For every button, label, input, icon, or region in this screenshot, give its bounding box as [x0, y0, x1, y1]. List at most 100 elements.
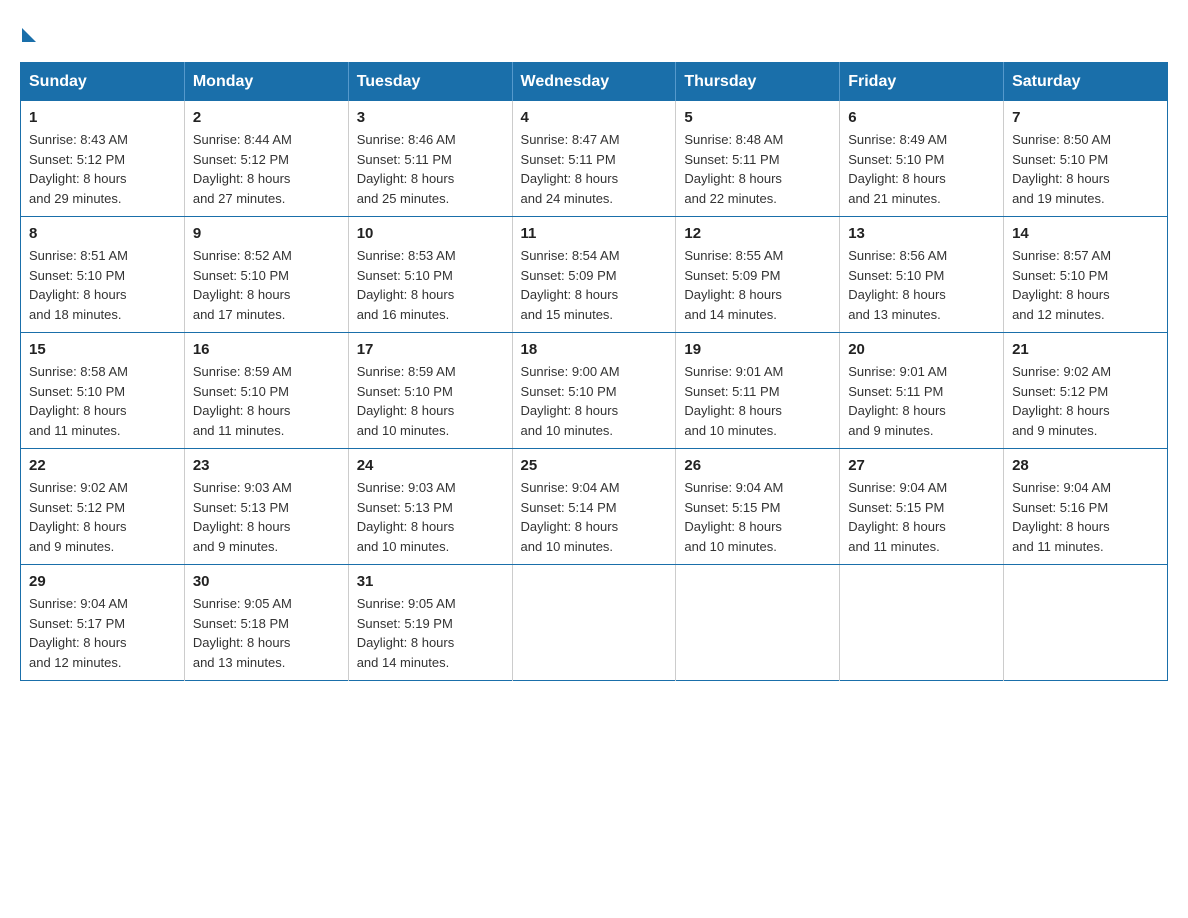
calendar-cell: 25 Sunrise: 9:04 AMSunset: 5:14 PMDaylig…	[512, 449, 676, 565]
calendar-cell: 20 Sunrise: 9:01 AMSunset: 5:11 PMDaylig…	[840, 333, 1004, 449]
day-number: 19	[684, 341, 831, 358]
calendar-cell: 15 Sunrise: 8:58 AMSunset: 5:10 PMDaylig…	[21, 333, 185, 449]
calendar-cell: 5 Sunrise: 8:48 AMSunset: 5:11 PMDayligh…	[676, 101, 840, 217]
day-info: Sunrise: 8:49 AMSunset: 5:10 PMDaylight:…	[848, 130, 995, 208]
day-number: 26	[684, 457, 831, 474]
calendar-cell: 8 Sunrise: 8:51 AMSunset: 5:10 PMDayligh…	[21, 217, 185, 333]
day-info: Sunrise: 8:52 AMSunset: 5:10 PMDaylight:…	[193, 246, 340, 324]
day-number: 11	[521, 225, 668, 242]
calendar-cell: 1 Sunrise: 8:43 AMSunset: 5:12 PMDayligh…	[21, 101, 185, 217]
calendar-cell: 31 Sunrise: 9:05 AMSunset: 5:19 PMDaylig…	[348, 565, 512, 681]
calendar-cell: 7 Sunrise: 8:50 AMSunset: 5:10 PMDayligh…	[1004, 101, 1168, 217]
day-number: 29	[29, 573, 176, 590]
calendar-day-header-monday: Monday	[184, 63, 348, 102]
calendar-week-row: 22 Sunrise: 9:02 AMSunset: 5:12 PMDaylig…	[21, 449, 1168, 565]
logo	[20, 20, 36, 42]
day-number: 1	[29, 109, 176, 126]
day-number: 17	[357, 341, 504, 358]
day-info: Sunrise: 8:43 AMSunset: 5:12 PMDaylight:…	[29, 130, 176, 208]
calendar-day-header-saturday: Saturday	[1004, 63, 1168, 102]
day-info: Sunrise: 9:02 AMSunset: 5:12 PMDaylight:…	[1012, 362, 1159, 440]
calendar-cell: 21 Sunrise: 9:02 AMSunset: 5:12 PMDaylig…	[1004, 333, 1168, 449]
day-number: 15	[29, 341, 176, 358]
day-number: 9	[193, 225, 340, 242]
day-number: 22	[29, 457, 176, 474]
day-info: Sunrise: 8:48 AMSunset: 5:11 PMDaylight:…	[684, 130, 831, 208]
day-number: 18	[521, 341, 668, 358]
logo-arrow-icon	[22, 28, 36, 42]
day-info: Sunrise: 8:59 AMSunset: 5:10 PMDaylight:…	[193, 362, 340, 440]
calendar-cell: 14 Sunrise: 8:57 AMSunset: 5:10 PMDaylig…	[1004, 217, 1168, 333]
day-info: Sunrise: 8:46 AMSunset: 5:11 PMDaylight:…	[357, 130, 504, 208]
day-number: 14	[1012, 225, 1159, 242]
day-info: Sunrise: 9:04 AMSunset: 5:14 PMDaylight:…	[521, 478, 668, 556]
calendar-cell: 9 Sunrise: 8:52 AMSunset: 5:10 PMDayligh…	[184, 217, 348, 333]
day-number: 21	[1012, 341, 1159, 358]
day-number: 31	[357, 573, 504, 590]
day-info: Sunrise: 8:51 AMSunset: 5:10 PMDaylight:…	[29, 246, 176, 324]
day-info: Sunrise: 9:04 AMSunset: 5:15 PMDaylight:…	[848, 478, 995, 556]
day-info: Sunrise: 8:56 AMSunset: 5:10 PMDaylight:…	[848, 246, 995, 324]
calendar-week-row: 15 Sunrise: 8:58 AMSunset: 5:10 PMDaylig…	[21, 333, 1168, 449]
day-number: 25	[521, 457, 668, 474]
calendar-cell	[1004, 565, 1168, 681]
day-info: Sunrise: 8:58 AMSunset: 5:10 PMDaylight:…	[29, 362, 176, 440]
day-number: 7	[1012, 109, 1159, 126]
day-info: Sunrise: 9:04 AMSunset: 5:15 PMDaylight:…	[684, 478, 831, 556]
calendar-week-row: 1 Sunrise: 8:43 AMSunset: 5:12 PMDayligh…	[21, 101, 1168, 217]
calendar-day-header-thursday: Thursday	[676, 63, 840, 102]
day-info: Sunrise: 8:59 AMSunset: 5:10 PMDaylight:…	[357, 362, 504, 440]
day-number: 16	[193, 341, 340, 358]
calendar-cell: 3 Sunrise: 8:46 AMSunset: 5:11 PMDayligh…	[348, 101, 512, 217]
calendar-day-header-friday: Friday	[840, 63, 1004, 102]
day-info: Sunrise: 8:53 AMSunset: 5:10 PMDaylight:…	[357, 246, 504, 324]
day-info: Sunrise: 9:04 AMSunset: 5:17 PMDaylight:…	[29, 594, 176, 672]
day-info: Sunrise: 9:00 AMSunset: 5:10 PMDaylight:…	[521, 362, 668, 440]
day-number: 8	[29, 225, 176, 242]
calendar-cell: 26 Sunrise: 9:04 AMSunset: 5:15 PMDaylig…	[676, 449, 840, 565]
day-number: 3	[357, 109, 504, 126]
day-number: 24	[357, 457, 504, 474]
day-info: Sunrise: 9:01 AMSunset: 5:11 PMDaylight:…	[684, 362, 831, 440]
day-number: 13	[848, 225, 995, 242]
day-info: Sunrise: 9:03 AMSunset: 5:13 PMDaylight:…	[193, 478, 340, 556]
calendar-cell: 27 Sunrise: 9:04 AMSunset: 5:15 PMDaylig…	[840, 449, 1004, 565]
day-number: 28	[1012, 457, 1159, 474]
calendar-day-header-wednesday: Wednesday	[512, 63, 676, 102]
calendar-header-row: SundayMondayTuesdayWednesdayThursdayFrid…	[21, 63, 1168, 102]
calendar-cell: 10 Sunrise: 8:53 AMSunset: 5:10 PMDaylig…	[348, 217, 512, 333]
calendar-cell: 24 Sunrise: 9:03 AMSunset: 5:13 PMDaylig…	[348, 449, 512, 565]
day-info: Sunrise: 8:55 AMSunset: 5:09 PMDaylight:…	[684, 246, 831, 324]
day-info: Sunrise: 9:05 AMSunset: 5:18 PMDaylight:…	[193, 594, 340, 672]
calendar-cell	[512, 565, 676, 681]
day-info: Sunrise: 8:44 AMSunset: 5:12 PMDaylight:…	[193, 130, 340, 208]
calendar-cell: 30 Sunrise: 9:05 AMSunset: 5:18 PMDaylig…	[184, 565, 348, 681]
calendar-cell: 4 Sunrise: 8:47 AMSunset: 5:11 PMDayligh…	[512, 101, 676, 217]
calendar-table: SundayMondayTuesdayWednesdayThursdayFrid…	[20, 62, 1168, 681]
day-info: Sunrise: 9:05 AMSunset: 5:19 PMDaylight:…	[357, 594, 504, 672]
calendar-cell: 17 Sunrise: 8:59 AMSunset: 5:10 PMDaylig…	[348, 333, 512, 449]
calendar-cell: 11 Sunrise: 8:54 AMSunset: 5:09 PMDaylig…	[512, 217, 676, 333]
calendar-cell	[676, 565, 840, 681]
day-info: Sunrise: 8:50 AMSunset: 5:10 PMDaylight:…	[1012, 130, 1159, 208]
day-number: 5	[684, 109, 831, 126]
day-number: 27	[848, 457, 995, 474]
calendar-cell: 6 Sunrise: 8:49 AMSunset: 5:10 PMDayligh…	[840, 101, 1004, 217]
day-number: 6	[848, 109, 995, 126]
day-number: 30	[193, 573, 340, 590]
calendar-cell	[840, 565, 1004, 681]
calendar-cell: 16 Sunrise: 8:59 AMSunset: 5:10 PMDaylig…	[184, 333, 348, 449]
calendar-cell: 2 Sunrise: 8:44 AMSunset: 5:12 PMDayligh…	[184, 101, 348, 217]
calendar-cell: 18 Sunrise: 9:00 AMSunset: 5:10 PMDaylig…	[512, 333, 676, 449]
day-info: Sunrise: 8:57 AMSunset: 5:10 PMDaylight:…	[1012, 246, 1159, 324]
page-header	[20, 20, 1168, 42]
calendar-day-header-sunday: Sunday	[21, 63, 185, 102]
calendar-cell: 13 Sunrise: 8:56 AMSunset: 5:10 PMDaylig…	[840, 217, 1004, 333]
day-number: 4	[521, 109, 668, 126]
day-number: 10	[357, 225, 504, 242]
calendar-week-row: 29 Sunrise: 9:04 AMSunset: 5:17 PMDaylig…	[21, 565, 1168, 681]
day-number: 23	[193, 457, 340, 474]
calendar-cell: 19 Sunrise: 9:01 AMSunset: 5:11 PMDaylig…	[676, 333, 840, 449]
calendar-day-header-tuesday: Tuesday	[348, 63, 512, 102]
day-info: Sunrise: 9:02 AMSunset: 5:12 PMDaylight:…	[29, 478, 176, 556]
